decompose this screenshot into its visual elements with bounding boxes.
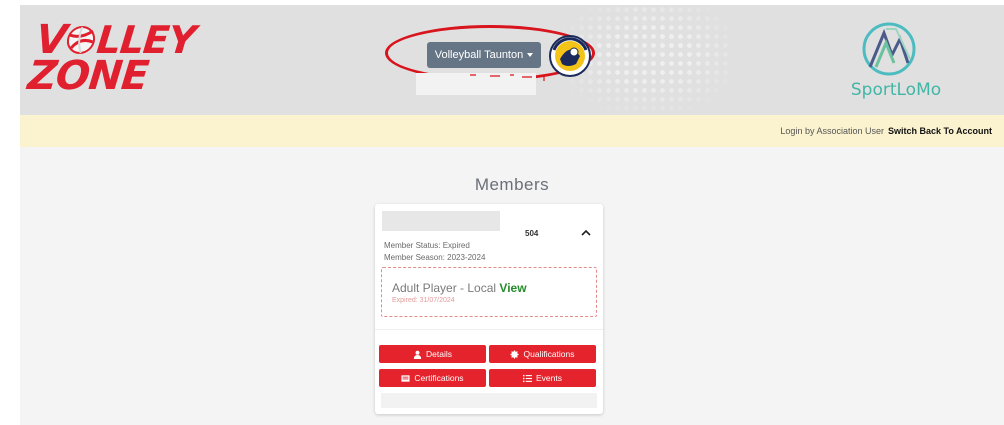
member-card: 504 Member Status: Expired Member Season… [375,204,603,414]
list-icon [523,374,532,382]
card-divider [375,329,603,330]
logo-word-zone: ZONE [25,53,151,99]
login-bar: Login by Association User Switch Back To… [20,115,1004,147]
events-button[interactable]: Events [489,369,596,387]
id-card-icon [401,374,410,382]
login-as-text: Login by Association User [780,126,884,136]
team-select-button[interactable]: Volleyball Taunton [427,42,541,68]
certificate-badge-icon [510,349,520,359]
team-select-label: Volleyball Taunton [434,49,524,61]
user-icon [413,350,422,359]
membership-title: Adult Player - Local View [392,281,527,295]
switch-back-link[interactable]: Switch Back To Account [888,126,992,136]
certifications-label: Certifications [414,373,464,383]
member-id: 504 [525,229,539,238]
details-button[interactable]: Details [379,345,486,363]
membership-panel: Adult Player - Local View Expired: 31/07… [381,267,597,317]
membership-expiry: Expired: 31/07/2024 [392,297,455,304]
chevron-up-icon[interactable] [580,227,592,239]
events-label: Events [536,373,562,383]
card-footer [381,393,597,408]
page-title: Members [474,175,550,194]
qualifications-label: Qualifications [523,349,575,359]
app-frame: V LLEY ZONE Volleyball Taunton SportLoMo… [20,5,1004,425]
details-label: Details [426,349,452,359]
certifications-button[interactable]: Certifications [379,369,486,387]
sportlomo-logo-text: SportLoMo [850,80,942,100]
view-link[interactable]: View [499,281,526,295]
redacted-member-name [382,211,500,231]
site-header: V LLEY ZONE Volleyball Taunton SportLoMo [20,5,1004,115]
membership-name: Adult Player - Local [392,281,497,295]
member-status: Member Status: Expired [384,241,470,250]
annotation-scribble [470,74,545,81]
caret-down-icon [527,53,534,57]
volleyball-icon [66,26,96,54]
member-season: Member Season: 2023-2024 [384,253,486,262]
qualifications-button[interactable]: Qualifications [489,345,596,363]
